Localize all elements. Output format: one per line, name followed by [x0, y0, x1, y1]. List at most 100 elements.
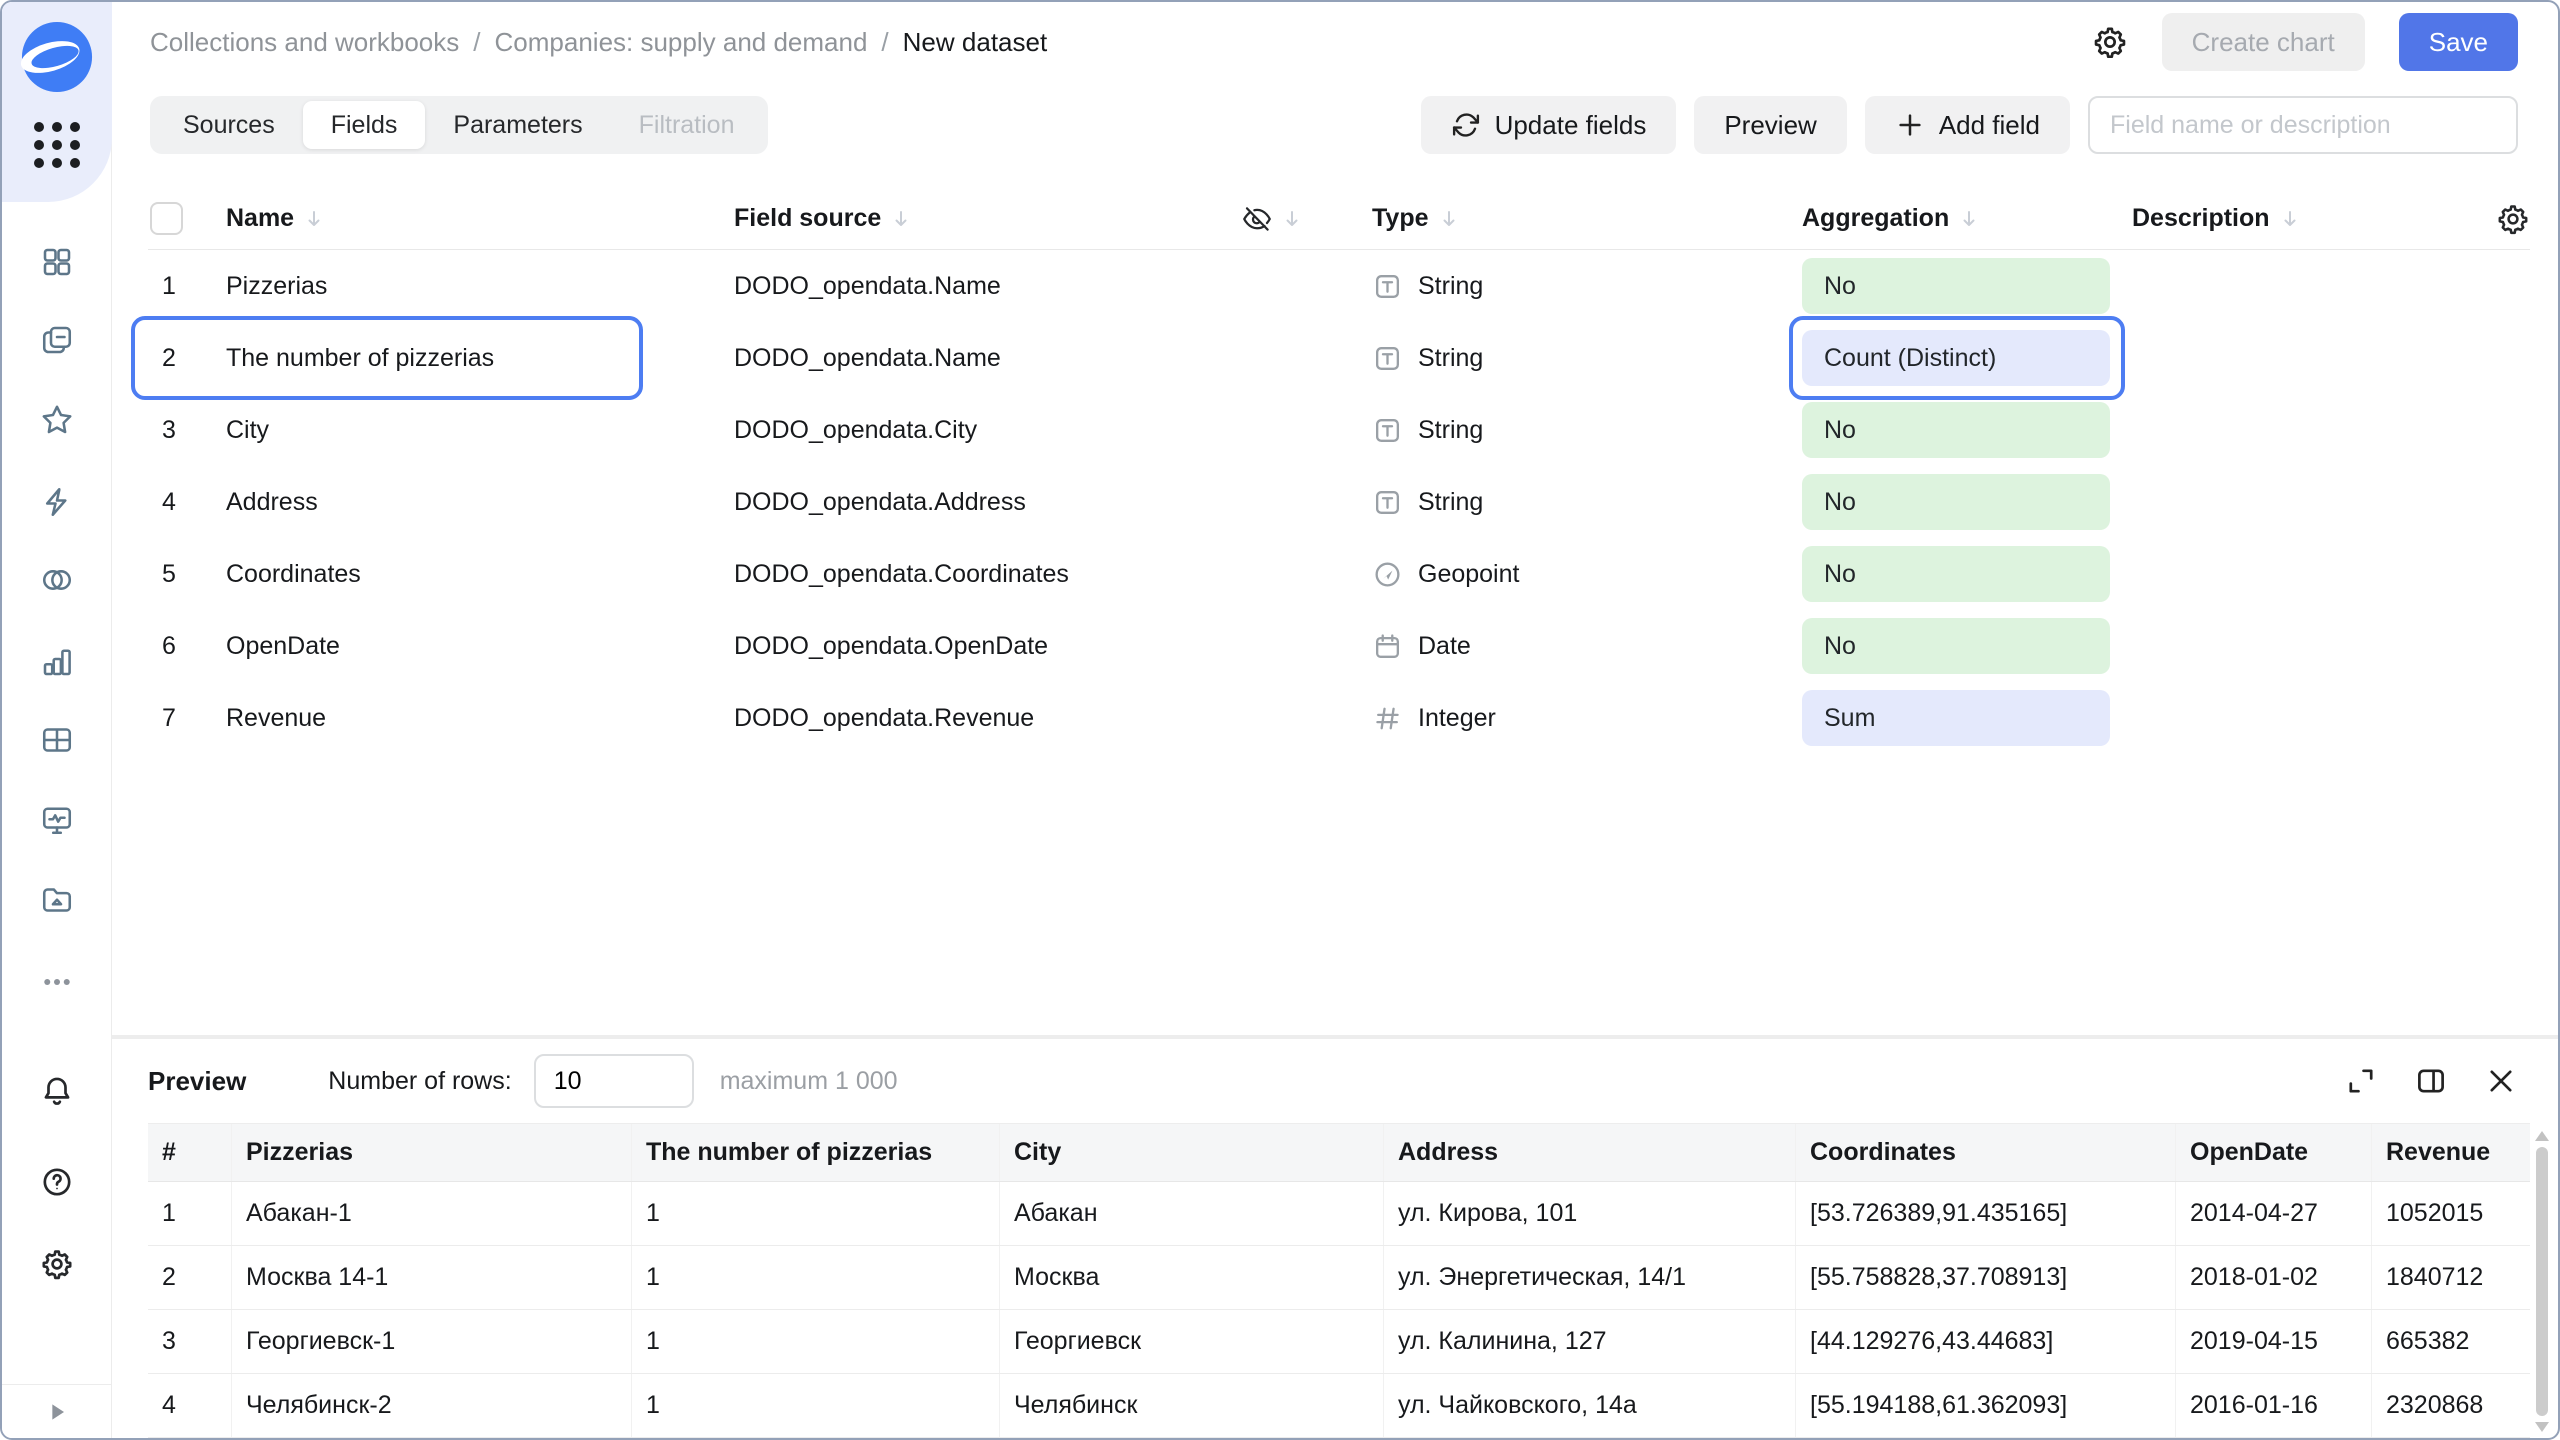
collections-icon[interactable]	[39, 322, 75, 358]
table-row[interactable]: 7 Revenue DODO_opendata.Revenue Integer …	[148, 682, 2530, 754]
table-row[interactable]: 4 Address DODO_opendata.Address String N…	[148, 466, 2530, 538]
settings-icon[interactable]	[40, 1247, 74, 1281]
preview-col-index: #	[148, 1124, 232, 1181]
column-header-name[interactable]: Name	[226, 204, 294, 233]
cell: 1	[148, 1182, 232, 1245]
cell: 2320868	[2372, 1374, 2530, 1437]
table-row[interactable]: 3 City DODO_opendata.City String No	[148, 394, 2530, 466]
preview-col-address: Address	[1384, 1124, 1796, 1181]
field-source[interactable]: DODO_opendata.City	[734, 416, 1242, 445]
create-chart-button[interactable]: Create chart	[2162, 13, 2365, 71]
column-header-aggregation[interactable]: Aggregation	[1802, 204, 1949, 233]
preview-button[interactable]: Preview	[1694, 96, 1846, 154]
field-type-select[interactable]: String	[1372, 343, 1802, 374]
close-preview-icon[interactable]	[2484, 1064, 2518, 1098]
bell-icon[interactable]	[40, 1074, 74, 1108]
aggregation-badge: Count (Distinct)	[1802, 330, 2110, 386]
field-source[interactable]: DODO_opendata.Address	[734, 488, 1242, 517]
cell: 1	[632, 1182, 1000, 1245]
sort-arrow-icon[interactable]	[1957, 207, 1981, 231]
sort-arrow-icon[interactable]	[1437, 207, 1461, 231]
scroll-down-arrow-icon[interactable]	[2535, 1422, 2549, 1432]
field-type-select[interactable]: String	[1372, 271, 1802, 302]
squares-four-icon[interactable]	[39, 244, 75, 280]
sort-arrow-icon[interactable]	[302, 207, 326, 231]
field-type-select[interactable]: Geopoint	[1372, 559, 1802, 590]
field-name[interactable]: City	[226, 416, 734, 445]
table-row[interactable]: 6 OpenDate DODO_opendata.OpenDate Date N…	[148, 610, 2530, 682]
tab-sources[interactable]: Sources	[155, 101, 303, 149]
scrollbar-thumb[interactable]	[2536, 1147, 2548, 1416]
field-source[interactable]: DODO_opendata.Name	[734, 272, 1242, 301]
number-of-rows-input[interactable]	[534, 1054, 694, 1108]
table-icon[interactable]	[39, 722, 75, 758]
dock-right-icon[interactable]	[2414, 1064, 2448, 1098]
column-header-source[interactable]: Field source	[734, 204, 881, 233]
tab-filtration[interactable]: Filtration	[611, 101, 763, 149]
storage-folder-icon[interactable]	[39, 882, 75, 918]
scroll-up-arrow-icon[interactable]	[2535, 1131, 2549, 1141]
plus-icon	[1895, 110, 1925, 140]
table-row-selected[interactable]: 2 The number of pizzerias DODO_opendata.…	[148, 322, 2530, 394]
field-aggregation-select[interactable]: No	[1802, 618, 2132, 674]
help-icon[interactable]	[40, 1165, 74, 1199]
field-source[interactable]: DODO_opendata.Coordinates	[734, 560, 1242, 589]
bar-chart-icon[interactable]	[39, 644, 75, 680]
select-all-checkbox[interactable]	[150, 202, 183, 235]
field-type-select[interactable]: Integer	[1372, 703, 1802, 734]
tab-group: Sources Fields Parameters Filtration	[150, 96, 768, 154]
field-name[interactable]: Pizzerias	[226, 272, 734, 301]
tab-parameters[interactable]: Parameters	[425, 101, 610, 149]
field-name[interactable]: Coordinates	[226, 560, 734, 589]
lightning-icon[interactable]	[39, 484, 75, 520]
field-source[interactable]: DODO_opendata.Name	[734, 344, 1242, 373]
table-row[interactable]: 5 Coordinates DODO_opendata.Coordinates …	[148, 538, 2530, 610]
field-source[interactable]: DODO_opendata.Revenue	[734, 704, 1242, 733]
preview-scrollbar[interactable]	[2532, 1127, 2552, 1438]
save-button[interactable]: Save	[2399, 13, 2518, 71]
field-source[interactable]: DODO_opendata.OpenDate	[734, 632, 1242, 661]
field-type-label: String	[1418, 416, 1483, 445]
field-name[interactable]: OpenDate	[226, 632, 734, 661]
preview-row: 4 Челябинск-2 1 Челябинск ул. Чайковског…	[148, 1374, 2530, 1438]
table-settings-gear-icon[interactable]	[2496, 202, 2530, 236]
field-type-select[interactable]: String	[1372, 415, 1802, 446]
field-aggregation-select[interactable]: No	[1802, 258, 2132, 314]
column-header-type[interactable]: Type	[1372, 204, 1429, 233]
sort-arrow-icon[interactable]	[2278, 207, 2302, 231]
dataset-settings-gear-icon[interactable]	[2092, 24, 2128, 60]
sort-arrow-icon[interactable]	[1280, 207, 1304, 231]
monitoring-icon[interactable]	[39, 802, 75, 838]
field-aggregation-select[interactable]: Sum	[1802, 690, 2132, 746]
expand-sidebar-icon[interactable]	[43, 1398, 71, 1426]
field-name[interactable]: Revenue	[226, 704, 734, 733]
cell: ул. Кирова, 101	[1384, 1182, 1796, 1245]
expand-preview-icon[interactable]	[2344, 1064, 2378, 1098]
table-row[interactable]: 1 Pizzerias DODO_opendata.Name String No	[148, 250, 2530, 322]
datalens-logo[interactable]	[20, 20, 94, 94]
datasets-icon[interactable]	[39, 562, 75, 598]
add-field-button[interactable]: Add field	[1865, 96, 2070, 154]
eye-off-icon[interactable]	[1242, 204, 1272, 234]
more-icon[interactable]	[39, 964, 75, 1000]
cell: [44.129276,43.44683]	[1796, 1310, 2176, 1373]
field-search-input[interactable]	[2088, 96, 2518, 154]
breadcrumb-item[interactable]: Collections and workbooks	[150, 27, 459, 58]
apps-grid-icon[interactable]	[34, 122, 80, 168]
preview-col-number: The number of pizzerias	[632, 1124, 1000, 1181]
tab-fields[interactable]: Fields	[303, 101, 426, 149]
field-name[interactable]: The number of pizzerias	[226, 344, 734, 373]
field-name[interactable]: Address	[226, 488, 734, 517]
field-aggregation-select[interactable]: No	[1802, 402, 2132, 458]
breadcrumb-separator: /	[881, 27, 888, 58]
sort-arrow-icon[interactable]	[889, 207, 913, 231]
update-fields-button[interactable]: Update fields	[1421, 96, 1677, 154]
star-icon[interactable]	[39, 402, 75, 438]
field-type-select[interactable]: Date	[1372, 631, 1802, 662]
field-aggregation-select[interactable]: No	[1802, 546, 2132, 602]
field-type-select[interactable]: String	[1372, 487, 1802, 518]
column-header-description[interactable]: Description	[2132, 204, 2270, 233]
field-aggregation-select[interactable]: Count (Distinct)	[1802, 330, 2132, 386]
field-aggregation-select[interactable]: No	[1802, 474, 2132, 530]
breadcrumb-item[interactable]: Companies: supply and demand	[495, 27, 868, 58]
